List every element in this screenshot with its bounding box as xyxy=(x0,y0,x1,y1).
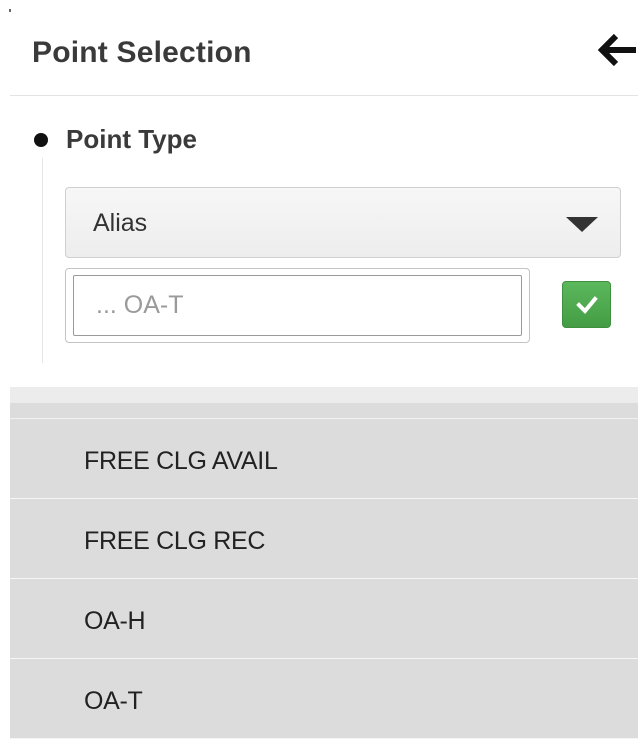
results-panel-header-strip xyxy=(10,403,638,419)
list-item[interactable]: FREE CLG REC xyxy=(10,499,638,579)
point-type-select[interactable]: Alias xyxy=(65,187,621,258)
point-type-label: Point Type xyxy=(66,124,197,154)
list-item-label: FREE CLG AVAIL xyxy=(84,447,278,475)
list-item-label: OA-T xyxy=(84,687,143,715)
arrow-left-icon xyxy=(598,33,636,67)
caret-down-icon xyxy=(566,217,598,232)
list-item-label: OA-H xyxy=(84,607,146,635)
results-panel-top-band xyxy=(10,387,638,403)
back-button[interactable] xyxy=(598,32,638,68)
check-icon xyxy=(576,296,598,314)
list-item[interactable]: FREE CLG AVAIL xyxy=(10,419,638,499)
confirm-button[interactable] xyxy=(562,281,611,328)
section-bullet-icon xyxy=(34,133,48,147)
list-item[interactable]: OA-H xyxy=(10,579,638,659)
section-divider xyxy=(42,158,43,363)
panel-header: Point Selection xyxy=(10,0,638,96)
point-type-selected-value: Alias xyxy=(93,209,148,237)
point-search-input[interactable] xyxy=(73,275,522,336)
results-list: FREE CLG AVAIL FREE CLG REC OA-H OA-T xyxy=(10,419,638,739)
list-item[interactable]: OA-T xyxy=(10,659,638,739)
search-input-wrapper xyxy=(65,268,530,343)
page-title: Point Selection xyxy=(32,36,252,69)
results-panel: FREE CLG AVAIL FREE CLG REC OA-H OA-T xyxy=(10,387,638,739)
list-item-label: FREE CLG REC xyxy=(84,527,266,555)
